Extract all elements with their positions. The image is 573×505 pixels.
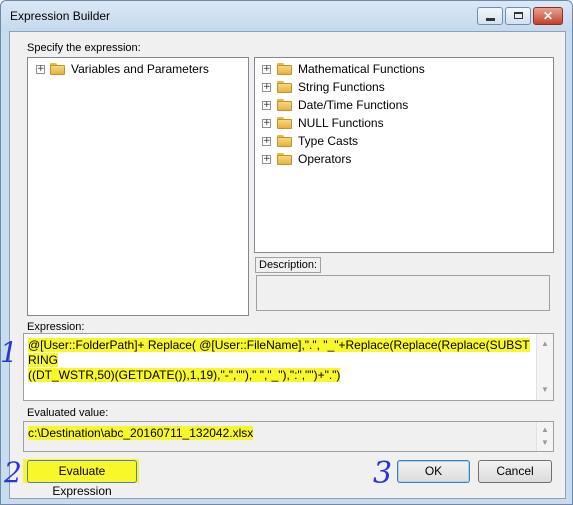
title-bar[interactable]: Expression Builder ✕: [1, 1, 572, 31]
cancel-button[interactable]: Cancel: [478, 460, 552, 483]
expand-icon[interactable]: +: [262, 137, 271, 146]
scroll-down-icon[interactable]: ▼: [537, 435, 553, 451]
expand-icon[interactable]: +: [262, 101, 271, 110]
specify-expression-label: Specify the expression:: [27, 42, 141, 54]
annotation-number-3: 3: [373, 456, 393, 491]
annotation-number-1: 1: [0, 336, 18, 369]
expression-scrollbar[interactable]: ▲ ▼: [536, 334, 553, 400]
folder-icon: [277, 99, 292, 111]
dialog-client-area: Specify the expression: + Variables and …: [9, 31, 566, 499]
folder-icon: [277, 153, 292, 165]
expression-label: Expression:: [27, 321, 85, 333]
evaluated-scrollbar[interactable]: ▲ ▼: [536, 422, 553, 451]
tree-node-label: Operators: [298, 152, 352, 166]
tree-node-label: String Functions: [298, 80, 385, 94]
folder-icon: [50, 63, 65, 75]
functions-tree-panel[interactable]: + Mathematical Functions + String Functi…: [254, 57, 554, 253]
minimize-icon: [486, 18, 495, 21]
tree-node-label: NULL Functions: [298, 116, 384, 130]
expand-icon[interactable]: +: [262, 155, 271, 164]
description-box: [256, 275, 550, 311]
tree-node-label: Type Casts: [298, 134, 359, 148]
evaluated-value-label: Evaluated value:: [27, 407, 109, 419]
expression-textarea[interactable]: @[User::FolderPath]+ Replace( @[User::Fi…: [23, 333, 554, 401]
tree-node-label: Mathematical Functions: [298, 62, 425, 76]
annotation-number-2: 2: [4, 456, 22, 489]
scroll-down-icon[interactable]: ▼: [537, 382, 553, 398]
maximize-button[interactable]: [505, 7, 531, 25]
tree-node-label: Date/Time Functions: [298, 98, 409, 112]
maximize-icon: [514, 12, 523, 19]
tree-node-label: Variables and Parameters: [71, 62, 209, 76]
close-button[interactable]: ✕: [533, 7, 563, 25]
folder-icon: [277, 135, 292, 147]
expand-icon[interactable]: +: [36, 65, 45, 74]
minimize-button[interactable]: [477, 7, 503, 25]
folder-icon: [277, 63, 292, 75]
description-label: Description:: [255, 257, 322, 273]
close-icon: ✕: [542, 9, 554, 23]
scroll-up-icon[interactable]: ▲: [537, 336, 553, 352]
window-title: Expression Builder: [10, 9, 111, 23]
ok-button[interactable]: OK: [397, 460, 470, 483]
expression-line-1: @[User::FolderPath]+ Replace( @[User::Fi…: [28, 338, 530, 367]
expression-text[interactable]: @[User::FolderPath]+ Replace( @[User::Fi…: [28, 338, 533, 383]
expand-icon[interactable]: +: [262, 83, 271, 92]
folder-icon: [277, 81, 292, 93]
evaluate-expression-button[interactable]: Evaluate Expression: [27, 460, 137, 498]
expression-builder-window: Expression Builder ✕ Specify the express…: [0, 0, 573, 505]
evaluated-value-box: c:\Destination\abc_20160711_132042.xlsx …: [23, 421, 554, 452]
expand-icon[interactable]: +: [262, 65, 271, 74]
expand-icon[interactable]: +: [262, 119, 271, 128]
expression-line-2: ((DT_WSTR,50)(GETDATE()),1,19),"-",""),"…: [28, 368, 341, 382]
variables-tree-panel[interactable]: + Variables and Parameters: [27, 57, 249, 316]
evaluated-value-text: c:\Destination\abc_20160711_132042.xlsx: [28, 426, 254, 440]
folder-icon: [277, 117, 292, 129]
